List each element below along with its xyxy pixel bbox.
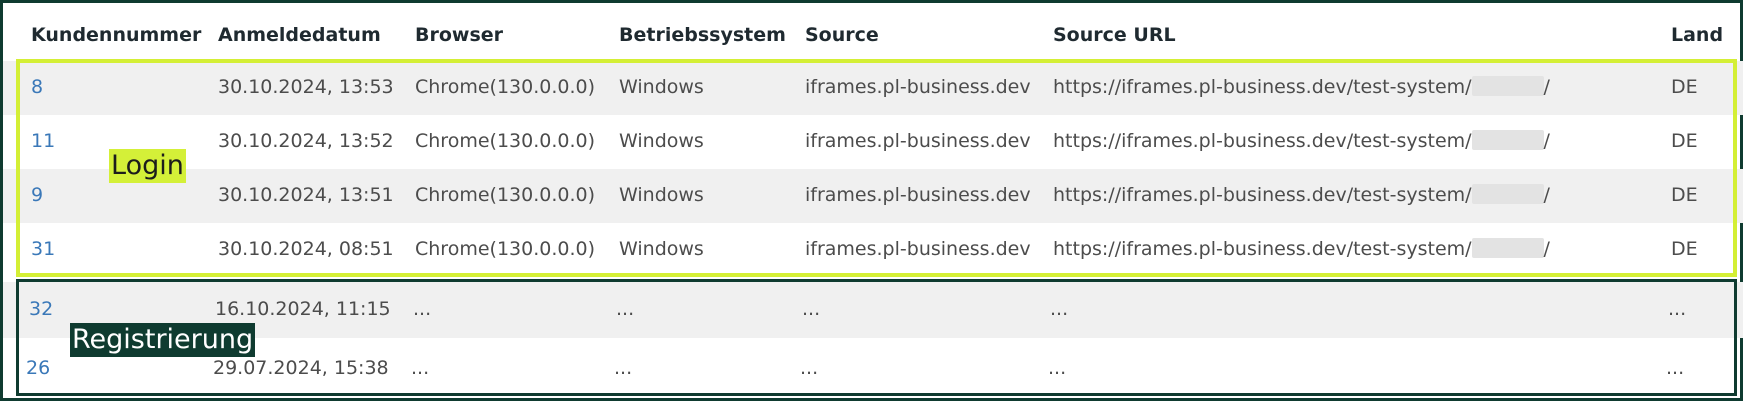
browser-cell: Chrome(130.0.0.0)	[415, 238, 595, 260]
source-url-cell: https://iframes.pl-business.dev/test-sys…	[1053, 238, 1550, 260]
land-cell: DE	[1671, 76, 1698, 98]
betriebssystem-cell: Windows	[619, 76, 704, 98]
anmeldedatum-cell: 30.10.2024, 13:52	[218, 130, 394, 152]
betriebssystem-cell: ...	[616, 298, 635, 320]
kundennummer-link[interactable]: 9	[31, 184, 43, 206]
source-cell: iframes.pl-business.dev	[805, 184, 1031, 206]
betriebssystem-cell: Windows	[619, 184, 704, 206]
land-cell: DE	[1671, 238, 1698, 260]
source-url-cell: https://iframes.pl-business.dev/test-sys…	[1053, 76, 1550, 98]
source-url-prefix: https://iframes.pl-business.dev/test-sys…	[1053, 76, 1472, 98]
source-cell: iframes.pl-business.dev	[805, 130, 1031, 152]
redacted-segment	[1471, 184, 1544, 204]
land-cell: DE	[1671, 130, 1698, 152]
table-row: 26 29.07.2024, 15:38 ... ... ... ... ...	[3, 340, 1743, 394]
header-source-url[interactable]: Source URL	[1053, 24, 1176, 46]
kundennummer-link[interactable]: 32	[29, 298, 53, 320]
browser-cell: ...	[413, 298, 432, 320]
kundennummer-link[interactable]: 26	[26, 357, 50, 379]
header-browser[interactable]: Browser	[415, 24, 503, 46]
header-land[interactable]: Land	[1671, 24, 1723, 46]
header-anmeldedatum[interactable]: Anmeldedatum	[218, 24, 381, 46]
source-cell: iframes.pl-business.dev	[805, 76, 1031, 98]
source-url-cell: ...	[1048, 357, 1067, 379]
anmeldedatum-cell: 16.10.2024, 11:15	[215, 298, 391, 320]
anmeldedatum-cell: 30.10.2024, 13:51	[218, 184, 394, 206]
source-url-prefix: https://iframes.pl-business.dev/test-sys…	[1053, 238, 1472, 260]
browser-cell: ...	[411, 357, 430, 379]
source-url-suffix: /	[1543, 238, 1550, 260]
header-betriebssystem[interactable]: Betriebssystem	[619, 24, 786, 46]
kundennummer-link[interactable]: 31	[31, 238, 55, 260]
kundennummer-link[interactable]: 11	[31, 130, 55, 152]
land-cell: DE	[1671, 184, 1698, 206]
source-cell: ...	[800, 357, 819, 379]
anmeldedatum-cell: 30.10.2024, 13:53	[218, 76, 394, 98]
anmeldedatum-cell: 30.10.2024, 08:51	[218, 238, 394, 260]
browser-cell: Chrome(130.0.0.0)	[415, 76, 595, 98]
source-url-cell: ...	[1050, 298, 1069, 320]
browser-cell: Chrome(130.0.0.0)	[415, 130, 595, 152]
source-cell: ...	[802, 298, 821, 320]
redacted-segment	[1471, 238, 1544, 258]
redacted-segment	[1471, 130, 1544, 150]
table-header: Kundennummer Anmeldedatum Browser Betrie…	[3, 3, 1743, 65]
table-row: 31 30.10.2024, 08:51 Chrome(130.0.0.0) W…	[3, 223, 1743, 277]
table-frame: Kundennummer Anmeldedatum Browser Betrie…	[0, 0, 1743, 401]
source-url-cell: https://iframes.pl-business.dev/test-sys…	[1053, 184, 1550, 206]
login-label: Login	[109, 149, 186, 183]
source-url-suffix: /	[1543, 76, 1550, 98]
betriebssystem-cell: ...	[614, 357, 633, 379]
table-row: 32 16.10.2024, 11:15 ... ... ... ... ...	[3, 282, 1743, 338]
header-source[interactable]: Source	[805, 24, 879, 46]
table-row: 11 30.10.2024, 13:52 Chrome(130.0.0.0) W…	[3, 115, 1743, 169]
source-url-prefix: https://iframes.pl-business.dev/test-sys…	[1053, 130, 1472, 152]
source-url-prefix: https://iframes.pl-business.dev/test-sys…	[1053, 184, 1472, 206]
betriebssystem-cell: Windows	[619, 238, 704, 260]
betriebssystem-cell: Windows	[619, 130, 704, 152]
table-row: 8 30.10.2024, 13:53 Chrome(130.0.0.0) Wi…	[3, 61, 1743, 115]
source-url-suffix: /	[1543, 184, 1550, 206]
redacted-segment	[1471, 76, 1544, 96]
source-url-cell: https://iframes.pl-business.dev/test-sys…	[1053, 130, 1550, 152]
header-kundennummer[interactable]: Kundennummer	[31, 24, 201, 46]
source-url-suffix: /	[1543, 130, 1550, 152]
land-cell: ...	[1666, 357, 1685, 379]
kundennummer-link[interactable]: 8	[31, 76, 43, 98]
table-row: 9 30.10.2024, 13:51 Chrome(130.0.0.0) Wi…	[3, 169, 1743, 223]
registrierung-label: Registrierung	[70, 323, 256, 357]
browser-cell: Chrome(130.0.0.0)	[415, 184, 595, 206]
land-cell: ...	[1668, 298, 1687, 320]
source-cell: iframes.pl-business.dev	[805, 238, 1031, 260]
anmeldedatum-cell: 29.07.2024, 15:38	[213, 357, 389, 379]
